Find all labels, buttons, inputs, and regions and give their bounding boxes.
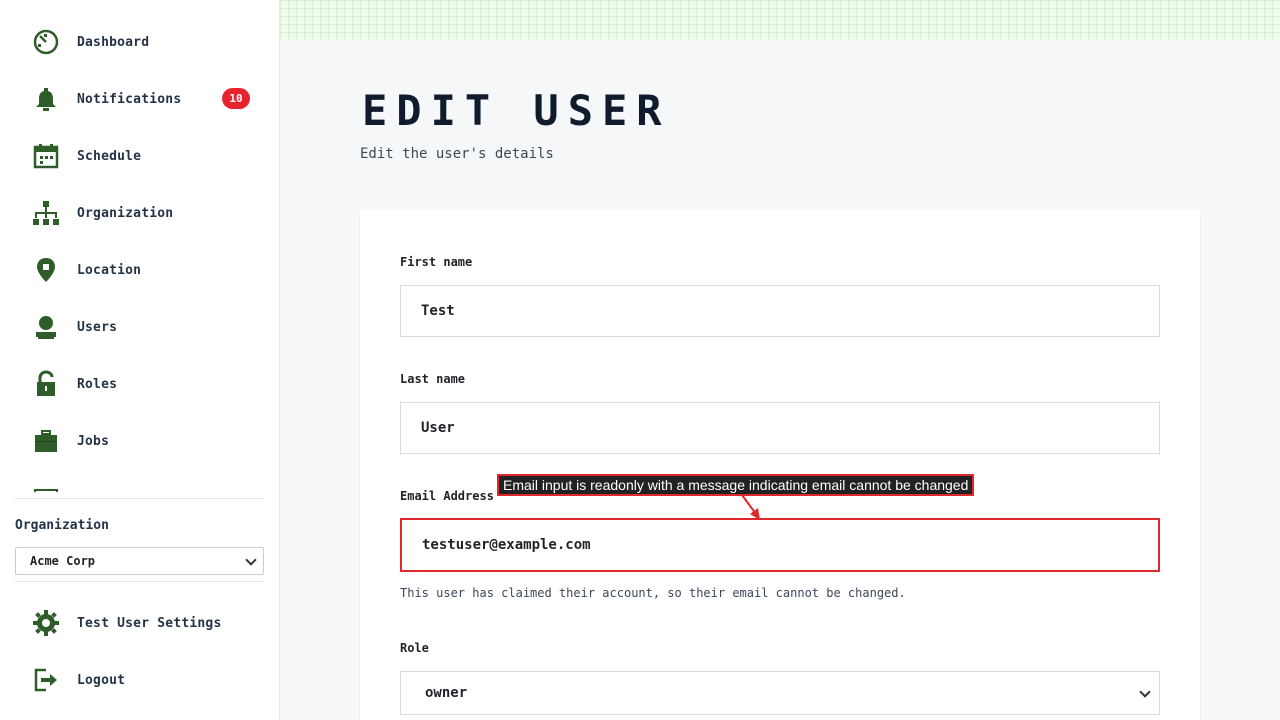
sidebar-item-jobs[interactable]: Jobs: [30, 421, 260, 461]
sidebar-item-users[interactable]: Users: [30, 307, 260, 347]
organization-select[interactable]: Acme Corp: [15, 547, 264, 575]
sidebar-item-notifications[interactable]: Notifications 10: [30, 79, 260, 119]
sidebar-item-schedule[interactable]: Schedule: [30, 136, 260, 176]
last-name-value: User: [421, 420, 455, 436]
email-input-readonly: testuser@example.com: [400, 518, 1160, 572]
role-label: Role: [400, 641, 429, 655]
logout-icon: [30, 664, 62, 696]
first-name-input[interactable]: Test: [400, 285, 1160, 337]
sidebar-item-label: Roles: [77, 376, 118, 392]
location-pin-icon: [30, 254, 62, 286]
sidebar-item-label: Dashboard: [77, 34, 150, 50]
sidebar-item-logout[interactable]: Logout: [30, 660, 260, 700]
annotation-arrow-icon: [741, 494, 760, 520]
sidebar-scroll-hint: [34, 489, 58, 492]
page-title: EDIT USER: [362, 86, 671, 135]
role-select[interactable]: owner: [400, 671, 1160, 715]
last-name-input[interactable]: User: [400, 402, 1160, 454]
last-name-label: Last name: [400, 372, 466, 386]
first-name-label: First name: [400, 255, 473, 269]
organization-label: Organization: [15, 518, 109, 533]
role-selected-value: owner: [425, 685, 468, 701]
email-label: Email Address: [400, 489, 494, 503]
briefcase-icon: [30, 425, 62, 457]
gear-icon: [30, 607, 62, 639]
sidebar-nav: Dashboard Notifications 10 Schedule Orga…: [0, 0, 279, 492]
notification-count-badge: 10: [222, 88, 250, 109]
divider: [15, 581, 264, 582]
org-chart-icon: [30, 197, 62, 229]
dashboard-icon: [30, 26, 62, 58]
bell-icon: [30, 83, 62, 115]
email-value: testuser@example.com: [422, 537, 591, 553]
page-subtitle: Edit the user's details: [360, 146, 554, 162]
sidebar-item-location[interactable]: Location: [30, 250, 260, 290]
sidebar-item-label: Test User Settings: [77, 615, 222, 631]
calendar-icon: [30, 140, 62, 172]
sidebar-item-settings[interactable]: Test User Settings: [30, 603, 260, 643]
sidebar-item-label: Schedule: [77, 148, 142, 164]
sidebar-item-label: Users: [77, 319, 118, 335]
sidebar-item-label: Organization: [77, 205, 174, 221]
sidebar-item-label: Notifications: [77, 91, 182, 107]
first-name-value: Test: [421, 303, 455, 319]
user-icon: [30, 311, 62, 343]
sidebar-item-label: Location: [77, 262, 142, 278]
organization-selected-value: Acme Corp: [30, 554, 96, 568]
padlock-icon: [30, 368, 62, 400]
sidebar-item-label: Jobs: [77, 433, 110, 449]
email-help-text: This user has claimed their account, so …: [400, 586, 906, 600]
header-grid-pattern: [280, 0, 1280, 40]
sidebar-item-organization[interactable]: Organization: [30, 193, 260, 233]
divider: [15, 498, 264, 499]
sidebar-item-dashboard[interactable]: Dashboard: [30, 22, 260, 62]
sidebar-item-label: Logout: [77, 672, 126, 688]
chevron-down-icon: [1139, 686, 1151, 698]
annotation-callout: Email input is readonly with a message i…: [497, 474, 975, 496]
sidebar: Dashboard Notifications 10 Schedule Orga…: [0, 0, 280, 720]
sidebar-item-roles[interactable]: Roles: [30, 364, 260, 404]
chevron-down-icon: [245, 554, 257, 566]
